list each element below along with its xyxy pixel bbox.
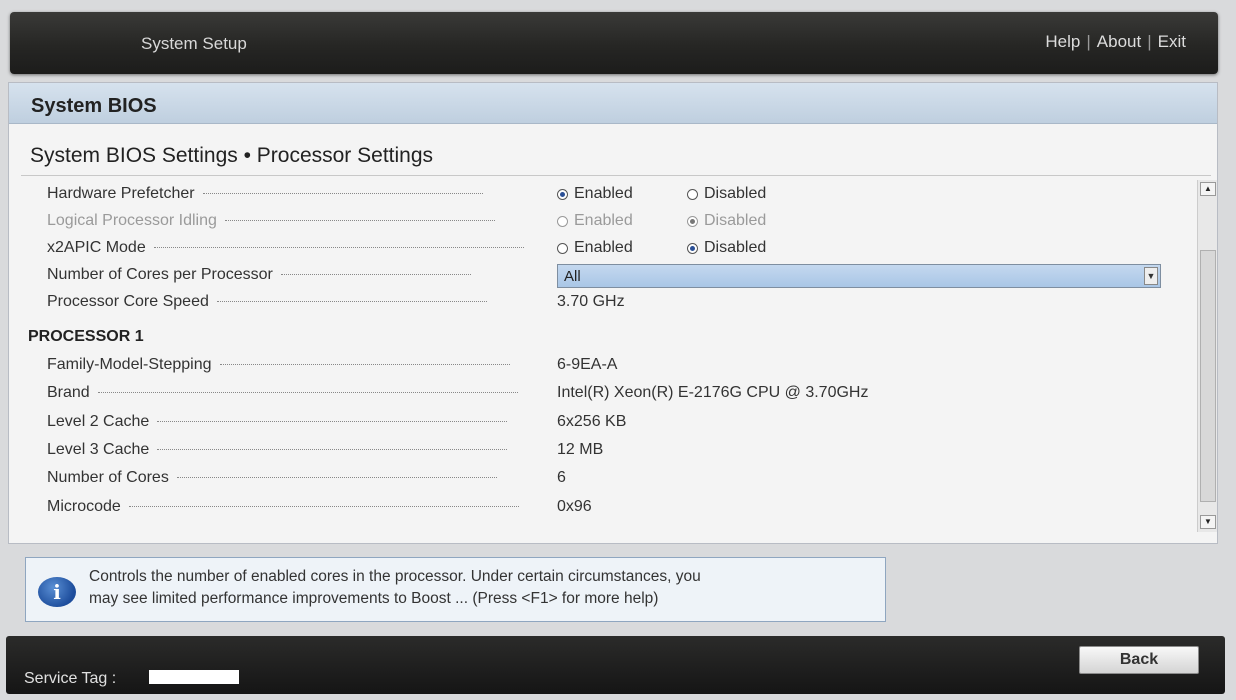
setting-row-core-speed: Processor Core Speed 3.70 GHz xyxy=(47,293,1197,315)
info-value: 6-9EA-A xyxy=(557,356,618,373)
radio-selected-icon xyxy=(687,215,698,227)
setting-label: Logical Processor Idling xyxy=(47,212,535,230)
radio-selected-icon xyxy=(687,242,698,254)
radio-disabled[interactable]: Disabled xyxy=(687,185,766,203)
info-value: Intel(R) Xeon(R) E-2176G CPU @ 3.70GHz xyxy=(557,384,869,401)
info-label: Level 3 Cache xyxy=(47,441,535,459)
setting-row-logical-processor-idling: Logical Processor Idling Enabled Disable… xyxy=(47,212,1197,234)
link-separator: | xyxy=(1086,32,1091,51)
info-icon: i xyxy=(38,577,76,607)
dropdown-arrow-icon[interactable]: ▼ xyxy=(1144,267,1158,285)
info-value: 12 MB xyxy=(557,441,604,458)
help-info-box: i Controls the number of enabled cores i… xyxy=(25,557,886,622)
vertical-scrollbar[interactable]: ▲ ▼ xyxy=(1197,180,1217,532)
radio-unselected-icon xyxy=(557,215,568,227)
help-link[interactable]: Help xyxy=(1045,32,1080,51)
info-value: 6 xyxy=(557,469,566,486)
breadcrumb: System BIOS Settings • Processor Setting… xyxy=(30,144,434,167)
service-tag-redacted xyxy=(149,670,239,684)
link-separator: | xyxy=(1147,32,1152,51)
top-links: Help | About | Exit xyxy=(1045,32,1186,52)
help-text: Controls the number of enabled cores in … xyxy=(89,566,879,610)
info-row-level-2-cache: Level 2 Cache 6x256 KB xyxy=(47,413,1197,435)
app-title: System Setup xyxy=(141,34,247,53)
section-heading-processor-1: PROCESSOR 1 xyxy=(28,328,144,345)
info-label: Brand xyxy=(47,384,535,402)
info-label: Level 2 Cache xyxy=(47,413,535,431)
radio-enabled: Enabled xyxy=(557,212,633,230)
help-text-line-1: Controls the number of enabled cores in … xyxy=(89,568,701,585)
radio-disabled: Disabled xyxy=(687,212,766,230)
setting-label: Number of Cores per Processor xyxy=(47,266,535,284)
radio-unselected-icon xyxy=(687,188,698,200)
info-row-family-model-stepping: Family-Model-Stepping 6-9EA-A xyxy=(47,356,1197,378)
scrollbar-thumb[interactable] xyxy=(1200,250,1216,502)
setting-label: x2APIC Mode xyxy=(47,239,535,257)
back-button[interactable]: Back xyxy=(1079,646,1199,674)
panel-header: System BIOS xyxy=(9,83,1217,124)
info-value: 0x96 xyxy=(557,498,592,515)
setting-row-hardware-prefetcher: Hardware Prefetcher Enabled Disabled xyxy=(47,185,1197,207)
info-row-level-3-cache: Level 3 Cache 12 MB xyxy=(47,441,1197,463)
radio-disabled[interactable]: Disabled xyxy=(687,239,766,257)
panel-title: System BIOS xyxy=(31,95,157,117)
divider xyxy=(21,175,1211,176)
info-row-microcode: Microcode 0x96 xyxy=(47,498,1197,520)
info-row-number-of-cores: Number of Cores 6 xyxy=(47,469,1197,491)
about-link[interactable]: About xyxy=(1097,32,1141,51)
setting-value: 3.70 GHz xyxy=(557,293,625,310)
service-tag-label: Service Tag : xyxy=(24,670,117,687)
setting-label: Processor Core Speed xyxy=(47,293,535,311)
info-label: Microcode xyxy=(47,498,535,516)
radio-enabled[interactable]: Enabled xyxy=(557,185,633,203)
info-label: Family-Model-Stepping xyxy=(47,356,535,374)
top-bar: System Setup Help | About | Exit xyxy=(10,12,1218,74)
cores-per-processor-select[interactable]: All ▼ xyxy=(557,264,1161,288)
exit-link[interactable]: Exit xyxy=(1158,32,1186,51)
help-text-line-2: may see limited performance improvements… xyxy=(89,590,659,607)
radio-selected-icon xyxy=(557,188,568,200)
info-row-brand: Brand Intel(R) Xeon(R) E-2176G CPU @ 3.7… xyxy=(47,384,1197,406)
footer-bar: Service Tag : Back xyxy=(6,636,1225,694)
info-label: Number of Cores xyxy=(47,469,535,487)
setting-label: Hardware Prefetcher xyxy=(47,185,535,203)
scroll-down-icon[interactable]: ▼ xyxy=(1200,515,1216,529)
scroll-up-icon[interactable]: ▲ xyxy=(1200,182,1216,196)
radio-enabled[interactable]: Enabled xyxy=(557,239,633,257)
setting-row-x2apic-mode: x2APIC Mode Enabled Disabled xyxy=(47,239,1197,261)
setting-row-cores-per-processor: Number of Cores per Processor All ▼ xyxy=(47,264,1197,288)
radio-unselected-icon xyxy=(557,242,568,254)
select-value: All xyxy=(564,268,581,285)
info-value: 6x256 KB xyxy=(557,413,627,430)
main-panel: System BIOS System BIOS Settings • Proce… xyxy=(8,82,1218,544)
